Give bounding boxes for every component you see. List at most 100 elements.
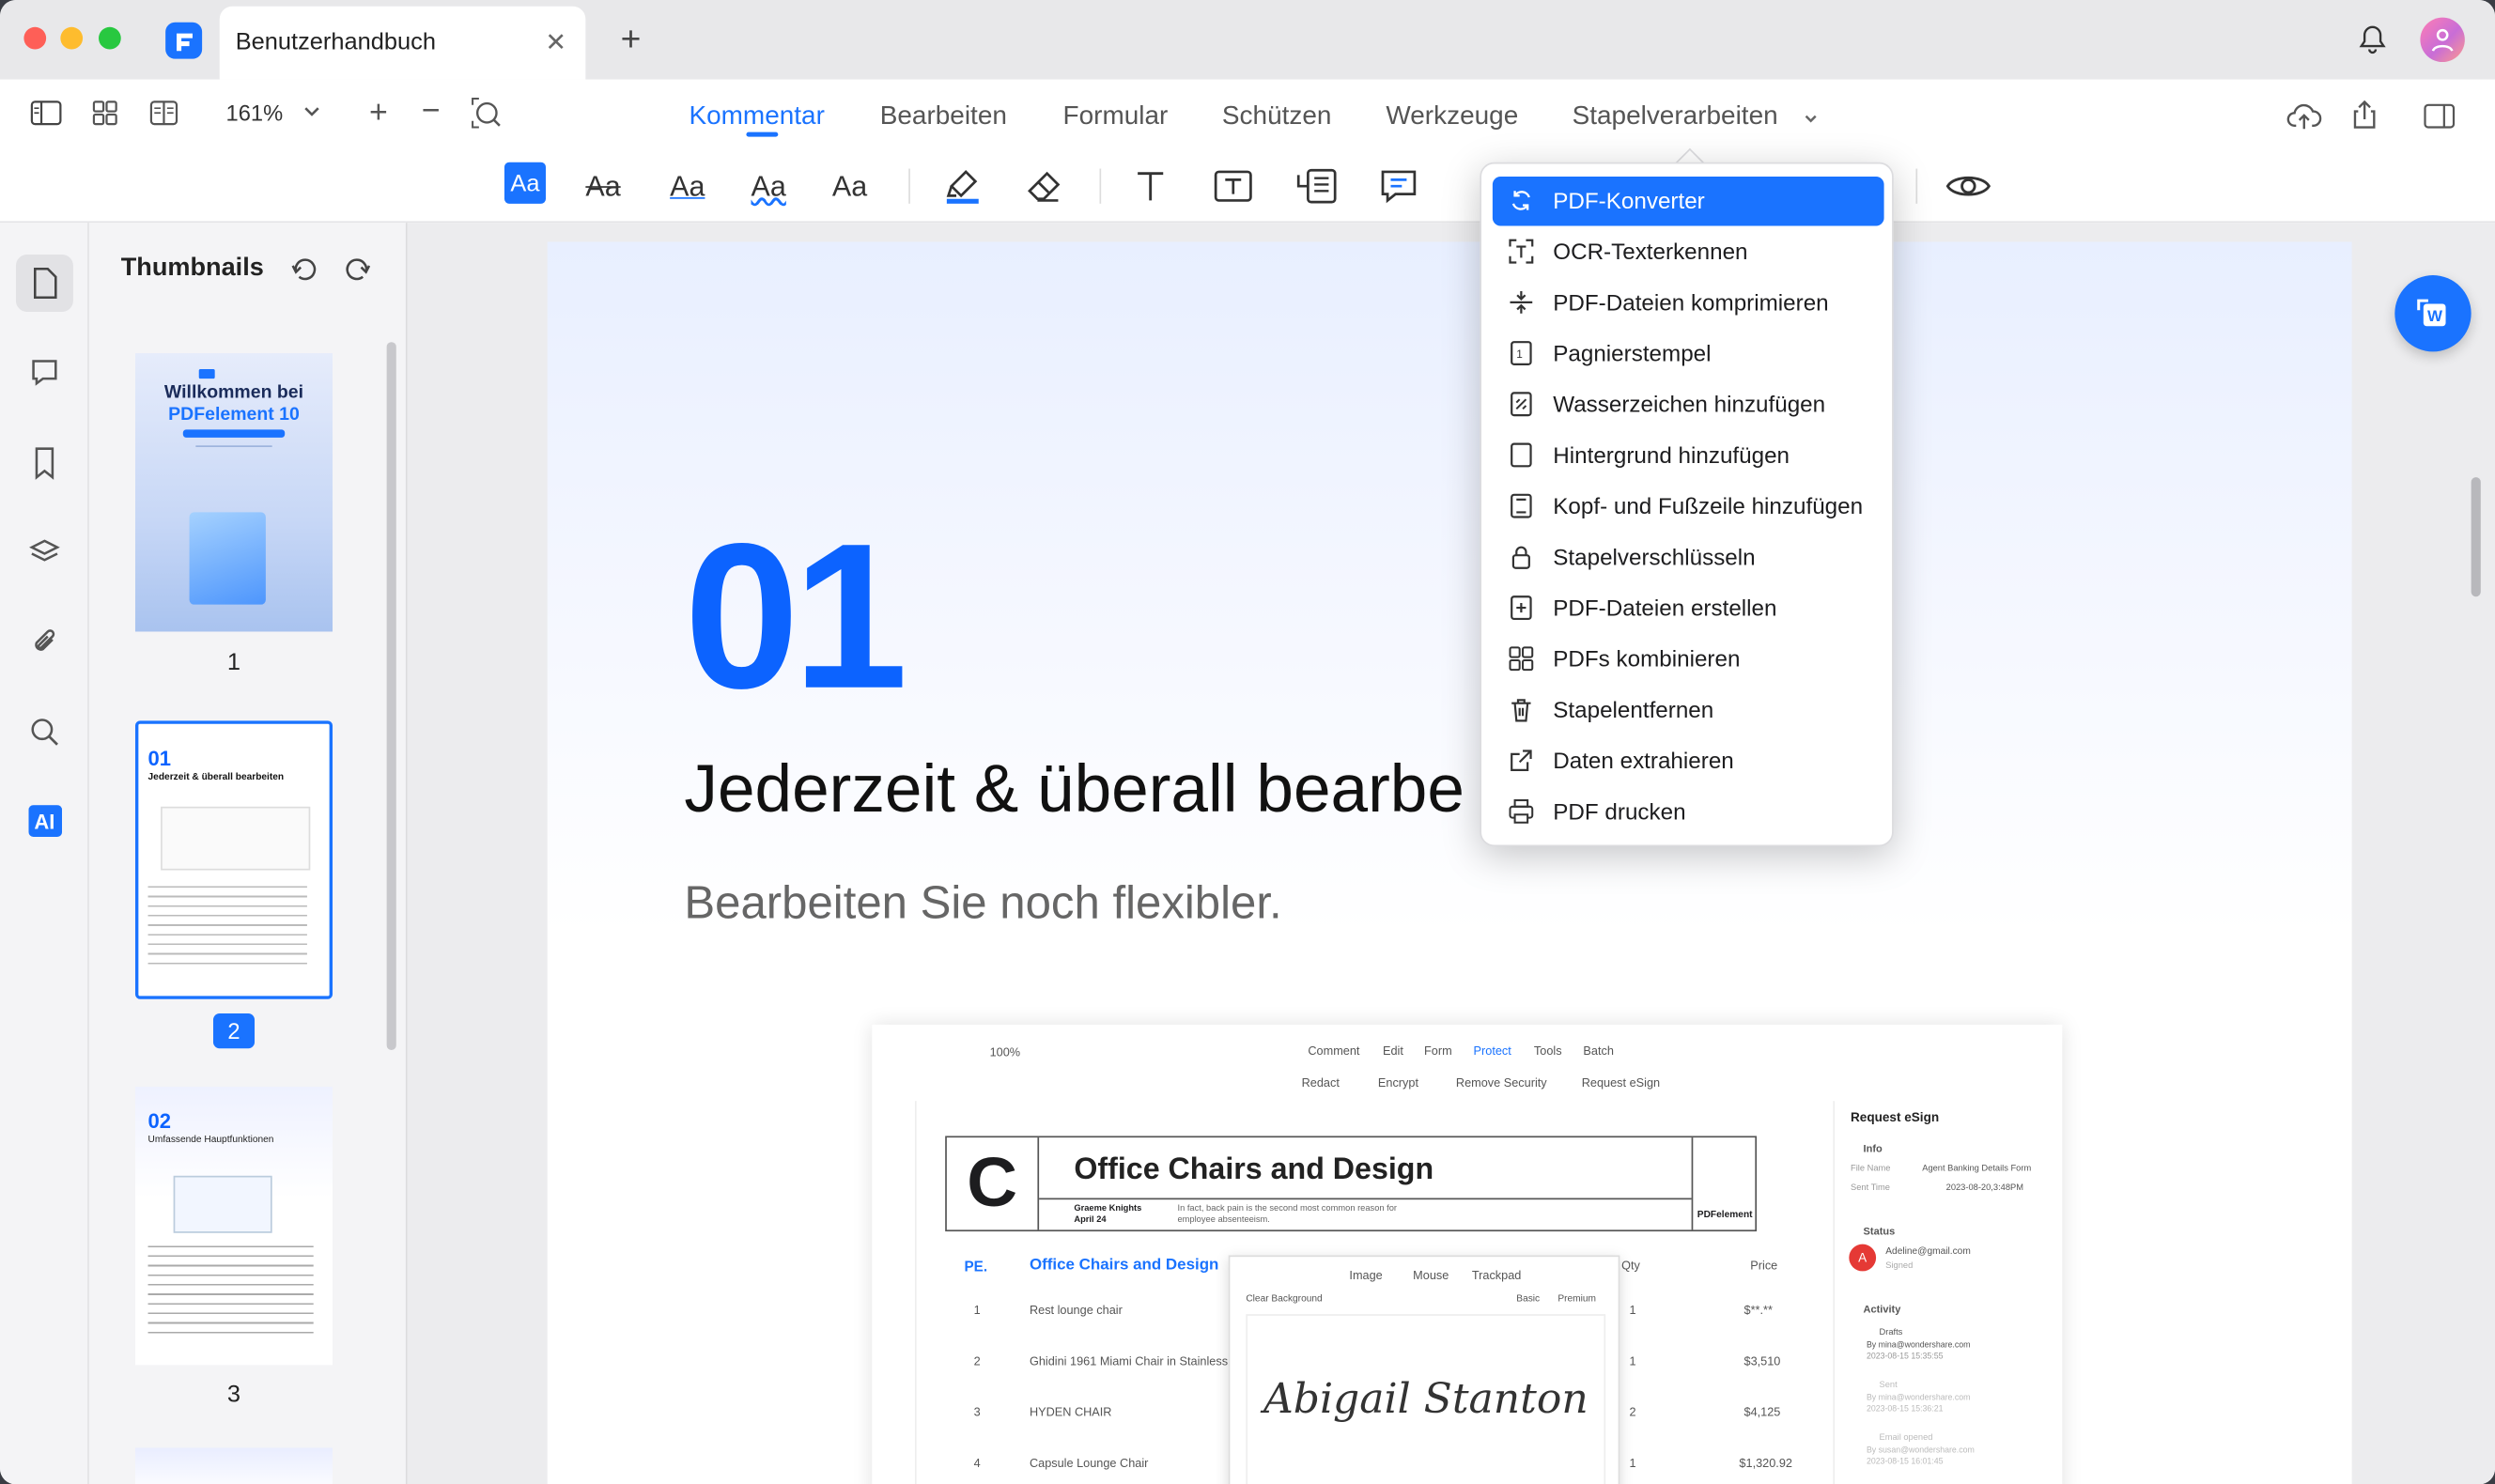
textbox-tool-icon[interactable] — [1213, 162, 1254, 210]
thumb-logo — [198, 368, 215, 379]
bates-stamp-icon: 1 — [1511, 341, 1532, 366]
title-bar: Benutzerhandbuch ✕ + — [0, 0, 2495, 80]
bell-icon[interactable] — [2357, 23, 2389, 63]
avatar[interactable] — [2420, 17, 2465, 63]
highlight-text-tool[interactable]: Aa — [504, 162, 547, 204]
document-scrollbar[interactable] — [2471, 477, 2481, 597]
page-icon[interactable] — [28, 266, 60, 309]
shot-signature-dialog: Image Mouse Trackpad Clear Background Ba… — [1228, 1255, 1620, 1484]
document-tab-title: Benutzerhandbuch — [235, 28, 437, 56]
cloud-upload-icon[interactable] — [2286, 100, 2322, 140]
minimize-window-button[interactable] — [60, 26, 84, 50]
tab-werkzeuge[interactable]: Werkzeuge — [1386, 101, 1518, 131]
divider — [1915, 168, 1918, 204]
menu-item-background[interactable]: Hintergrund hinzufügen — [1493, 431, 1884, 481]
rotate-right-icon[interactable] — [342, 252, 374, 291]
tab-kommentar[interactable]: Kommentar — [689, 101, 824, 131]
shot-row3-price: $4,125 — [1743, 1404, 1781, 1419]
shot-th-qty: Qty — [1621, 1258, 1640, 1274]
menu-item-create-pdf[interactable]: PDF-Dateien erstellen — [1493, 584, 1884, 634]
document-canvas: 01 Jederzeit & überall bearbe Bearbeiten… — [407, 223, 2495, 1484]
menu-item-label: Hintergrund hinzufügen — [1553, 442, 1790, 469]
highlighter-icon[interactable] — [942, 162, 984, 210]
menu-item-batch-encrypt[interactable]: Stapelverschlüsseln — [1493, 533, 1884, 582]
shot-row2-name: Ghidini 1961 Miami Chair in Stainless St — [1029, 1353, 1243, 1368]
convert-to-word-button[interactable]: W — [2394, 275, 2472, 352]
page-thumbnail-2[interactable]: 01 Jederzeit & überall bearbeiten — [134, 720, 333, 999]
menu-item-combine[interactable]: PDFs kombinieren — [1493, 635, 1884, 685]
shot-divider-v — [1691, 1137, 1694, 1230]
replace-text-tool[interactable]: Aa — [832, 162, 867, 210]
shot-side-panel: Request eSign Info File Name Agent Banki… — [1833, 1101, 2062, 1484]
shot-act-by1: By mina@wondershare.com — [1866, 1340, 1971, 1352]
close-tab-icon[interactable]: ✕ — [545, 27, 566, 59]
sidebar-toggle-icon[interactable] — [30, 99, 62, 135]
shot-rail — [872, 1101, 917, 1484]
menu-item-ocr[interactable]: OCR-Texterkennen — [1493, 227, 1884, 277]
menu-item-compress[interactable]: PDF-Dateien komprimieren — [1493, 278, 1884, 328]
menu-item-pdf-konverter[interactable]: PDF-Konverter — [1492, 177, 1884, 226]
zoom-fit-icon[interactable] — [471, 97, 503, 136]
document-tab[interactable]: Benutzerhandbuch ✕ — [219, 6, 586, 80]
tab-stapelverarbeiten[interactable]: Stapelverarbeiten — [1573, 101, 1778, 131]
chevron-down-icon[interactable] — [302, 100, 321, 129]
chevron-down-icon[interactable] — [1803, 106, 1819, 134]
comment-icon[interactable] — [28, 356, 60, 395]
menu-item-label: PDF-Dateien komprimieren — [1553, 290, 1829, 317]
eye-icon[interactable] — [1945, 162, 1992, 210]
menu-item-label: PDF-Dateien erstellen — [1553, 595, 1777, 622]
tab-bearbeiten[interactable]: Bearbeiten — [880, 101, 1007, 131]
grid-view-icon[interactable] — [91, 99, 119, 135]
shot-act-by2: By mina@wondershare.com — [1866, 1393, 1971, 1404]
menu-item-bates-stamp[interactable]: 1 Pagnierstempel — [1493, 330, 1884, 379]
header-footer-icon — [1511, 493, 1532, 518]
shot-signer-state: Signed — [1885, 1261, 1914, 1272]
rotate-left-icon[interactable] — [288, 252, 320, 291]
menu-item-watermark[interactable]: Wasserzeichen hinzufügen — [1493, 380, 1884, 430]
svg-text:AI: AI — [34, 811, 54, 834]
menu-item-batch-remove[interactable]: Stapelentfernen — [1493, 686, 1884, 735]
page-layout-icon[interactable] — [149, 99, 178, 135]
close-window-button[interactable] — [23, 26, 47, 50]
menu-item-print[interactable]: PDF drucken — [1493, 787, 1884, 837]
callout-tool-icon[interactable] — [1294, 162, 1338, 210]
zoom-level[interactable]: 161% — [226, 100, 284, 126]
shot-sig-tab-image: Image — [1349, 1268, 1383, 1283]
layers-icon[interactable] — [28, 536, 60, 576]
attachment-icon[interactable] — [28, 626, 60, 665]
menu-item-label: Stapelverschlüsseln — [1553, 545, 1756, 571]
maximize-window-button[interactable] — [99, 26, 121, 50]
svg-text:W: W — [2427, 307, 2442, 325]
print-icon — [1509, 799, 1534, 824]
shot-row4-name: Capsule Lounge Chair — [1029, 1455, 1149, 1471]
strikethrough-tool[interactable]: Aa — [585, 162, 620, 210]
tab-schuetzen[interactable]: Schützen — [1222, 101, 1332, 131]
search-icon[interactable] — [28, 716, 60, 755]
shot-row4-n: 4 — [973, 1455, 981, 1471]
shot-file-name-label: File Name — [1851, 1164, 1891, 1175]
ai-icon[interactable]: AI — [28, 805, 63, 844]
page-thumbnail-4[interactable] — [134, 1447, 333, 1484]
zoom-in-icon[interactable]: + — [369, 96, 388, 132]
text-tool-icon[interactable] — [1131, 162, 1170, 210]
new-tab-icon[interactable]: + — [621, 19, 642, 60]
right-panel-toggle-icon[interactable] — [2424, 101, 2456, 138]
page-number-3: 3 — [226, 1381, 241, 1409]
zoom-out-icon[interactable]: − — [422, 94, 441, 131]
underline-tool[interactable]: Aa — [670, 162, 705, 210]
page-thumbnail-1[interactable]: Willkommen bei PDFelement 10 — [134, 353, 333, 632]
thumbnails-scrollbar[interactable] — [386, 342, 396, 1050]
page-thumbnail-3[interactable]: 02 Umfassende Hauptfunktionen — [134, 1086, 333, 1366]
squiggly-tool[interactable]: Aa — [752, 162, 786, 210]
note-tool-icon[interactable] — [1378, 162, 1419, 210]
shot-row3-name: HYDEN CHAIR — [1029, 1404, 1112, 1419]
eraser-icon[interactable] — [1023, 162, 1064, 210]
shot-row1-name: Rest lounge chair — [1029, 1303, 1123, 1318]
menu-item-header-footer[interactable]: Kopf- und Fußzeile hinzufügen — [1493, 482, 1884, 532]
bookmark-icon[interactable] — [28, 445, 60, 488]
tab-formular[interactable]: Formular — [1063, 101, 1169, 131]
shot-signer-avatar: A — [1849, 1244, 1877, 1272]
menu-item-extract-data[interactable]: Daten extrahieren — [1493, 736, 1884, 786]
thumb-1-list — [195, 445, 272, 509]
share-icon[interactable] — [2350, 99, 2379, 138]
